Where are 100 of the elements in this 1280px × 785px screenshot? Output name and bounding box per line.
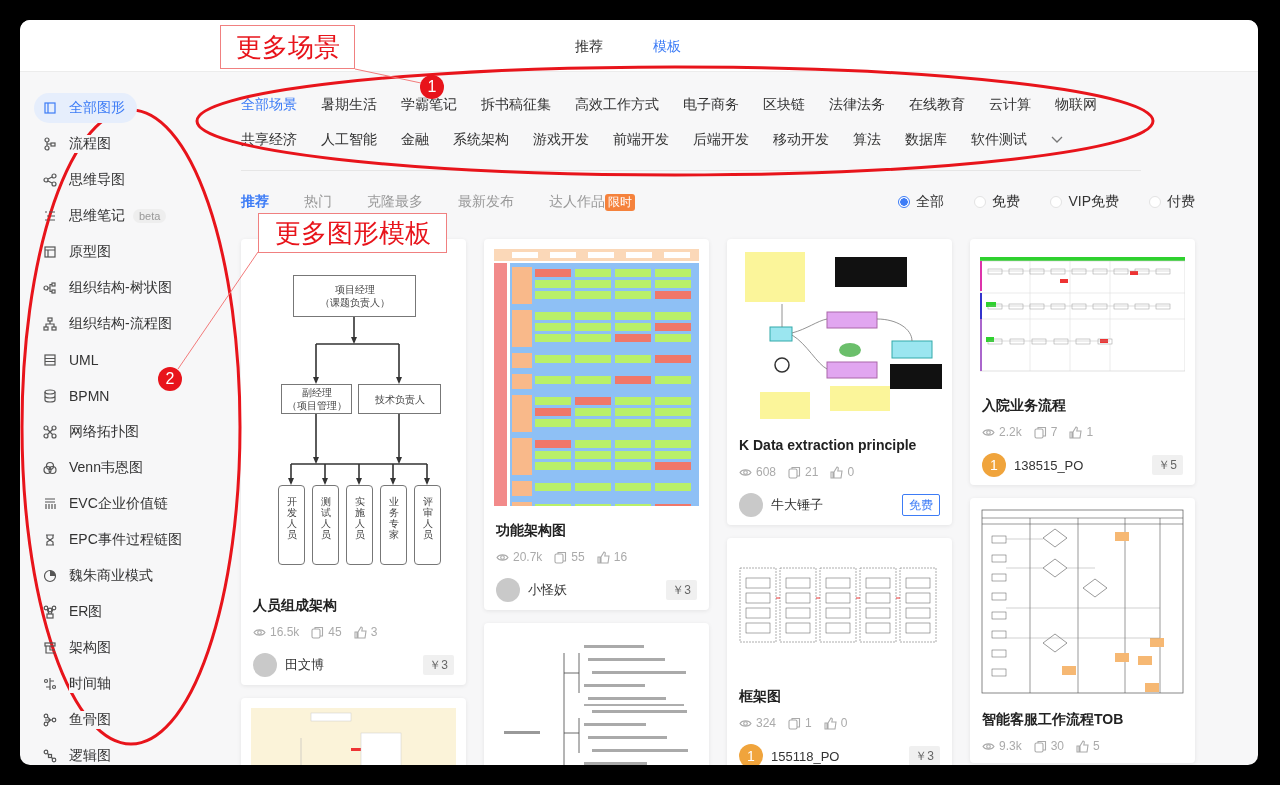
- table-icon: [43, 353, 57, 367]
- connector-arrow: [351, 316, 357, 344]
- database-icon: [43, 389, 57, 403]
- price-tag: ￥3: [666, 580, 697, 600]
- chevron-down-icon[interactable]: [1051, 135, 1063, 144]
- scene-tag[interactable]: 暑期生活: [321, 94, 377, 115]
- sidebar-item[interactable]: 思维笔记 beta: [34, 201, 179, 231]
- node-label: （项目管理）: [286, 399, 347, 412]
- scene-tag[interactable]: 法律法务: [829, 94, 885, 115]
- radio-button[interactable]: [898, 196, 911, 208]
- thumbs-up-icon: [353, 625, 367, 639]
- copy-icon: [788, 716, 802, 730]
- radio-label[interactable]: VIP免费: [1068, 193, 1119, 211]
- sidebar-item[interactable]: Venn韦恩图: [34, 453, 155, 483]
- connector-arrow: [313, 343, 319, 384]
- radio-label[interactable]: 免费: [992, 193, 1021, 211]
- scene-tag[interactable]: 软件测试: [971, 129, 1027, 150]
- template-card[interactable]: K Data extraction principle 608 21 0 牛大锤子 免费: [727, 239, 952, 525]
- price-tag: ￥5: [1152, 455, 1183, 475]
- pie-chart-icon: [43, 569, 57, 583]
- sidebar-item[interactable]: 思维导图: [34, 165, 137, 195]
- scene-tag[interactable]: 全部场景: [241, 94, 297, 115]
- sidebar-item[interactable]: 原型图: [34, 237, 123, 267]
- leader-line: [354, 68, 422, 84]
- org-chart-node: 评审人员: [414, 485, 441, 565]
- sidebar-item[interactable]: 组织结构-树状图: [34, 273, 184, 303]
- avatar: [739, 493, 763, 517]
- view-count: 16.5k: [270, 625, 300, 639]
- scene-tag[interactable]: 拆书稿征集: [481, 94, 551, 115]
- scene-tag[interactable]: 高效工作方式: [575, 94, 659, 115]
- scene-tag[interactable]: 金融: [401, 129, 429, 150]
- top-tab[interactable]: 模板: [653, 35, 681, 56]
- node-label: 副经理: [301, 386, 332, 399]
- share-nodes-icon: [43, 173, 57, 187]
- scene-tag[interactable]: 数据库: [905, 129, 947, 150]
- panel-icon: [43, 101, 57, 115]
- card-title: K Data extraction principle: [739, 436, 918, 455]
- scene-tag[interactable]: 前端开发: [613, 129, 669, 150]
- scene-tag[interactable]: 后端开发: [693, 129, 749, 150]
- sidebar-item[interactable]: 魏朱商业模式: [34, 561, 165, 591]
- price-tag: ￥3: [909, 746, 940, 765]
- copy-count: 7: [1050, 425, 1058, 439]
- author-name: 小怪妖: [528, 581, 567, 599]
- scene-tag[interactable]: 移动开发: [773, 129, 829, 150]
- copy-count: 30: [1050, 739, 1065, 753]
- template-card[interactable]: 入院业务流程 2.2k 7 1 1 138515_PO ￥5: [970, 239, 1195, 485]
- template-card[interactable]: 功能架构图 20.7k 55 16 小怪妖 ￥3: [484, 239, 709, 610]
- sidebar-item[interactable]: EPC事件过程链图: [34, 525, 194, 555]
- sidebar-item[interactable]: 逻辑图: [34, 741, 123, 765]
- sidebar-item[interactable]: UML: [34, 345, 111, 375]
- scene-tag[interactable]: 人工智能: [321, 129, 377, 150]
- sidebar-item[interactable]: EVC企业价值链: [34, 489, 180, 519]
- connector-arrow: [313, 413, 319, 464]
- top-tab[interactable]: 推荐: [575, 35, 603, 56]
- tree-icon: [43, 281, 57, 295]
- scene-tag[interactable]: 物联网: [1055, 94, 1097, 115]
- connector-arrow: [424, 463, 430, 485]
- scene-tag[interactable]: 游戏开发: [533, 129, 589, 150]
- like-count: 3: [370, 625, 378, 639]
- copy-count: 21: [805, 465, 819, 479]
- thumbs-up-icon: [596, 550, 610, 564]
- scene-tag[interactable]: 区块链: [763, 94, 805, 115]
- scene-tag[interactable]: 系统架构: [453, 129, 509, 150]
- sidebar-item[interactable]: 时间轴: [34, 669, 123, 699]
- copy-count: 1: [805, 716, 812, 730]
- sidebar-item[interactable]: 组织结构-流程图: [34, 309, 184, 339]
- sidebar-item[interactable]: 网络拓扑图: [34, 417, 151, 447]
- thumbs-up-icon: [823, 716, 837, 730]
- connector-arrow: [322, 463, 328, 485]
- sidebar-item[interactable]: 流程图: [34, 129, 123, 159]
- org-chart-node: 开发人员: [278, 485, 305, 565]
- callout-label: 更多场景: [220, 25, 355, 69]
- node-label: （课题负责人）: [319, 296, 390, 309]
- scene-tag[interactable]: 云计算: [989, 94, 1031, 115]
- sidebar-item[interactable]: ER图: [34, 597, 115, 627]
- copy-icon: [788, 465, 802, 479]
- like-count: 5: [1093, 739, 1100, 753]
- scene-tag[interactable]: 算法: [853, 129, 881, 150]
- template-card[interactable]: 框架图 324 1 0 1 155118_PO ￥3: [727, 538, 952, 765]
- logic-icon: [43, 749, 57, 763]
- avatar: [253, 653, 277, 677]
- view-count: 20.7k: [513, 550, 543, 564]
- node-label: 技术负责人: [374, 392, 425, 406]
- flowchart-icon: [43, 137, 57, 151]
- template-card[interactable]: 智能客服工作流程TOB 9.3k 30 5: [970, 498, 1195, 763]
- radio-label[interactable]: 付费: [1167, 193, 1195, 211]
- like-count: 0: [847, 465, 855, 479]
- card-title: 框架图: [739, 687, 782, 706]
- node-label: 项目经理: [334, 283, 375, 296]
- radio-label[interactable]: 全部: [916, 193, 945, 211]
- scene-tag[interactable]: 电子商务: [683, 94, 739, 115]
- card-title: 人员组成架构: [253, 596, 338, 615]
- sidebar-item[interactable]: 鱼骨图: [34, 705, 123, 735]
- er-icon: [43, 605, 57, 619]
- sidebar-item[interactable]: BPMN: [34, 381, 122, 411]
- copy-count: 45: [328, 625, 342, 639]
- sidebar-item[interactable]: 架构图: [34, 633, 123, 663]
- layout-icon: [43, 245, 57, 259]
- filter-tab[interactable]: 推荐: [241, 193, 269, 211]
- scene-tag[interactable]: 在线教育: [909, 94, 965, 115]
